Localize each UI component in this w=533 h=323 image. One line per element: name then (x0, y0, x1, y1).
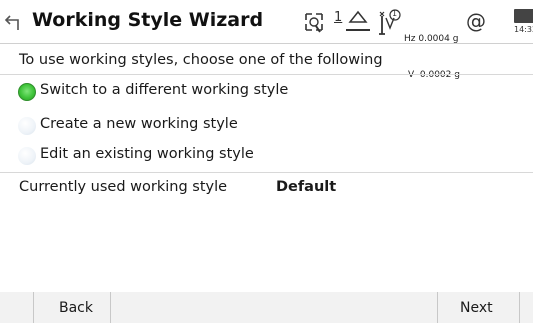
radio-unselected-icon[interactable] (18, 147, 36, 165)
divider (0, 172, 533, 173)
current-style-label: Currently used working style (19, 179, 228, 195)
prism-icon[interactable]: 1 (332, 8, 372, 36)
divider (0, 74, 533, 75)
clock-time: 14:32 (514, 25, 533, 34)
hz-reading: Hz 0.0004 g (404, 34, 459, 44)
atr-search-icon[interactable] (302, 8, 326, 36)
target-icon[interactable]: 1 (376, 8, 402, 36)
instruction-text: To use working styles, choose one of the… (19, 52, 383, 68)
at-icon[interactable]: @ (466, 9, 486, 33)
back-arrow-icon[interactable] (4, 12, 26, 32)
back-button-label: Back (59, 300, 93, 316)
softkey-bar: Back Next (0, 292, 533, 323)
option-label: Edit an existing working style (40, 146, 254, 162)
title-bar: Working Style Wizard 1 1 Hz 0.0004 g V 0… (0, 0, 533, 80)
option-label: Switch to a different working style (40, 82, 289, 98)
prism-count: 1 (334, 10, 343, 25)
back-button[interactable]: Back (33, 292, 111, 323)
current-style-value: Default (276, 179, 337, 195)
option-label: Create a new working style (40, 116, 238, 132)
option-edit-style[interactable]: Edit an existing working style (16, 145, 416, 169)
page-title: Working Style Wizard (32, 9, 264, 31)
radio-unselected-icon[interactable] (18, 117, 36, 135)
next-button-label: Next (460, 300, 493, 316)
option-switch-style[interactable]: Switch to a different working style (16, 81, 416, 105)
radio-selected-icon[interactable] (18, 83, 36, 101)
v-reading: V 0.0002 g (408, 70, 460, 80)
battery-icon[interactable]: 14:32 (512, 9, 533, 39)
next-button[interactable]: Next (437, 292, 520, 323)
target-number: 1 (392, 9, 398, 18)
option-create-style[interactable]: Create a new working style (16, 115, 416, 139)
